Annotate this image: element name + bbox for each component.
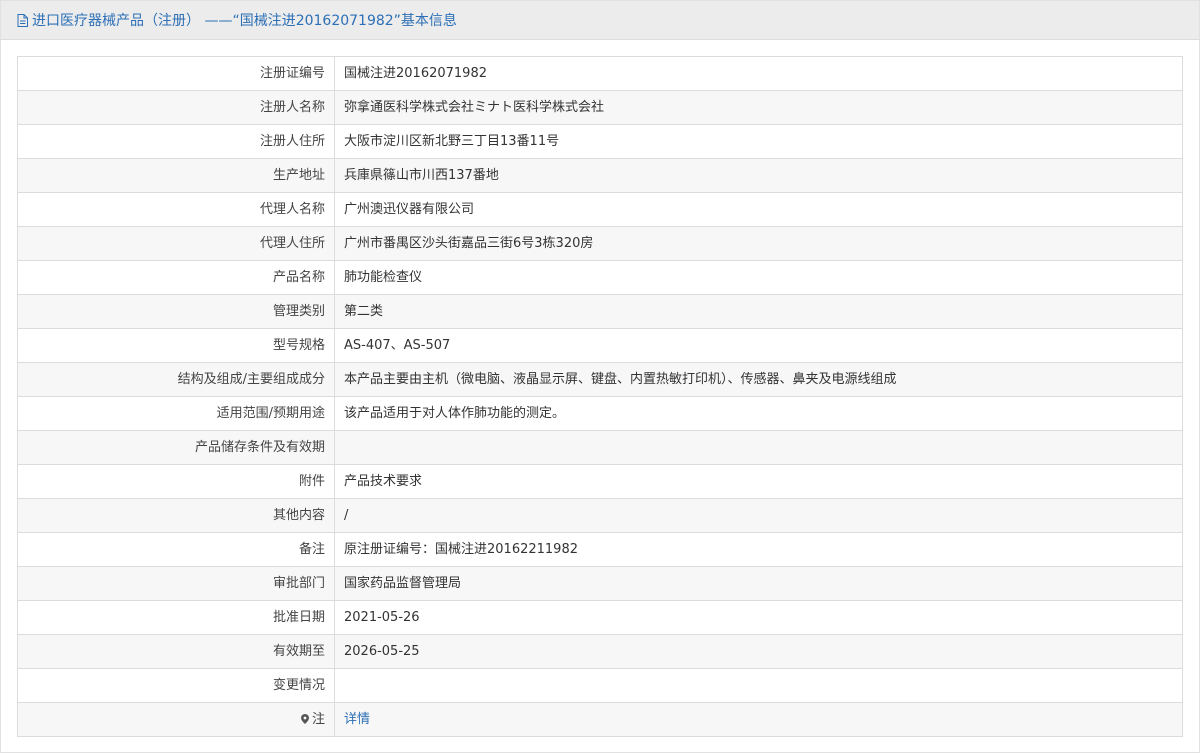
table-row: 审批部门 国家药品监督管理局 (17, 566, 1183, 601)
field-label: 生产地址 (17, 158, 335, 193)
table-row: 注册人名称 弥拿通医科学株式会社ミナト医科学株式会社 (17, 90, 1183, 125)
table-row: 注册人住所 大阪市淀川区新北野三丁目13番11号 (17, 124, 1183, 159)
field-label: 产品名称 (17, 260, 335, 295)
field-value: 肺功能检查仪 (334, 260, 1183, 295)
field-value: 原注册证编号：国械注进20162211982 (334, 532, 1183, 567)
table-row: 产品名称 肺功能检查仪 (17, 260, 1183, 295)
field-label: 管理类别 (17, 294, 335, 329)
panel-header: 进口医疗器械产品（注册） ——“国械注进20162071982”基本信息 (1, 1, 1199, 40)
info-table: 注册证编号 国械注进20162071982 注册人名称 弥拿通医科学株式会社ミナト医科… (17, 56, 1183, 737)
info-panel: 进口医疗器械产品（注册） ——“国械注进20162071982”基本信息 注册证… (0, 0, 1200, 753)
pin-icon (300, 704, 309, 724)
table-row: 产品储存条件及有效期 (17, 430, 1183, 465)
field-value: 该产品适用于对人体作肺功能的测定。 (334, 396, 1183, 431)
field-value (334, 668, 1183, 703)
details-link[interactable]: 详情 (344, 712, 370, 727)
table-row: 生产地址 兵庫県篠山市川西137番地 (17, 158, 1183, 193)
field-value: AS-407、AS-507 (334, 328, 1183, 363)
field-label: 注册人住所 (17, 124, 335, 159)
field-value: 本产品主要由主机（微电脑、液晶显示屏、键盘、内置热敏打印机）、传感器、鼻夹及电源… (334, 362, 1183, 397)
document-icon (17, 13, 28, 27)
note-label: 注 (311, 712, 325, 727)
table-row: 批准日期 2021-05-26 (17, 600, 1183, 635)
table-row: 附件 产品技术要求 (17, 464, 1183, 499)
field-value: 大阪市淀川区新北野三丁目13番11号 (334, 124, 1183, 159)
table-row: 型号规格 AS-407、AS-507 (17, 328, 1183, 363)
field-label: 注册人名称 (17, 90, 335, 125)
field-value: 第二类 (334, 294, 1183, 329)
field-label: 批准日期 (17, 600, 335, 635)
table-row: 适用范围/预期用途 该产品适用于对人体作肺功能的测定。 (17, 396, 1183, 431)
table-row: 结构及组成/主要组成成分 本产品主要由主机（微电脑、液晶显示屏、键盘、内置热敏打印… (17, 362, 1183, 397)
info-table-wrapper: 注册证编号 国械注进20162071982 注册人名称 弥拿通医科学株式会社ミナト医科… (17, 56, 1183, 737)
field-value: 弥拿通医科学株式会社ミナト医科学株式会社 (334, 90, 1183, 125)
table-row: 管理类别 第二类 (17, 294, 1183, 329)
field-value: 2021-05-26 (334, 600, 1183, 635)
field-label: 结构及组成/主要组成成分 (17, 362, 335, 397)
field-label: 有效期至 (17, 634, 335, 669)
field-value: 产品技术要求 (334, 464, 1183, 499)
field-value (334, 430, 1183, 465)
table-row: 有效期至 2026-05-25 (17, 634, 1183, 669)
table-row: 代理人住所 广州市番禺区沙头街嘉品三街6号3栋320房 (17, 226, 1183, 261)
field-label: 变更情况 (17, 668, 335, 703)
table-row: 备注 原注册证编号：国械注进20162211982 (17, 532, 1183, 567)
field-label: 附件 (17, 464, 335, 499)
field-label: 代理人名称 (17, 192, 335, 227)
field-label: 代理人住所 (17, 226, 335, 261)
field-label: 审批部门 (17, 566, 335, 601)
page-title: 进口医疗器械产品（注册） ——“国械注进20162071982”基本信息 (32, 13, 457, 29)
field-label: 型号规格 (17, 328, 335, 363)
field-value: 国家药品监督管理局 (334, 566, 1183, 601)
field-label: 其他内容 (17, 498, 335, 533)
table-row: 变更情况 (17, 668, 1183, 703)
field-label: 注册证编号 (17, 56, 335, 91)
field-value: 广州澳迅仪器有限公司 (334, 192, 1183, 227)
field-value: 广州市番禺区沙头街嘉品三街6号3栋320房 (334, 226, 1183, 261)
field-value: 兵庫県篠山市川西137番地 (334, 158, 1183, 193)
note-label-cell: 注 (17, 702, 335, 737)
note-value-cell: 详情 (334, 702, 1183, 737)
note-row: 注 详情 (17, 702, 1183, 737)
field-label: 适用范围/预期用途 (17, 396, 335, 431)
field-label: 产品储存条件及有效期 (17, 430, 335, 465)
field-value: / (334, 498, 1183, 533)
field-label: 备注 (17, 532, 335, 567)
field-value: 2026-05-25 (334, 634, 1183, 669)
field-value: 国械注进20162071982 (334, 56, 1183, 91)
table-row: 注册证编号 国械注进20162071982 (17, 56, 1183, 91)
table-row: 其他内容 / (17, 498, 1183, 533)
table-row: 代理人名称 广州澳迅仪器有限公司 (17, 192, 1183, 227)
